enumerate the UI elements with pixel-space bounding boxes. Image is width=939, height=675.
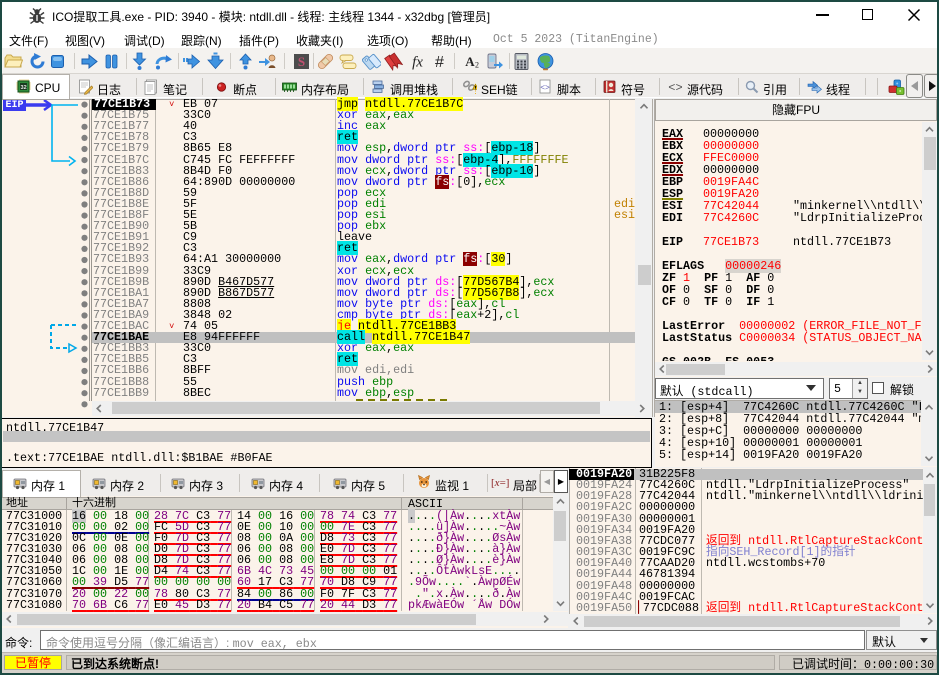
svg-text:S: S [298,54,305,69]
svg-text:A: A [465,54,475,69]
svg-text:<>: <> [668,81,682,95]
svg-text:2: 2 [475,61,479,70]
svg-text:32: 32 [21,85,27,91]
svg-text:fx: fx [412,55,423,71]
svg-text:#: # [435,54,444,71]
svg-text:<>: <> [540,84,550,93]
